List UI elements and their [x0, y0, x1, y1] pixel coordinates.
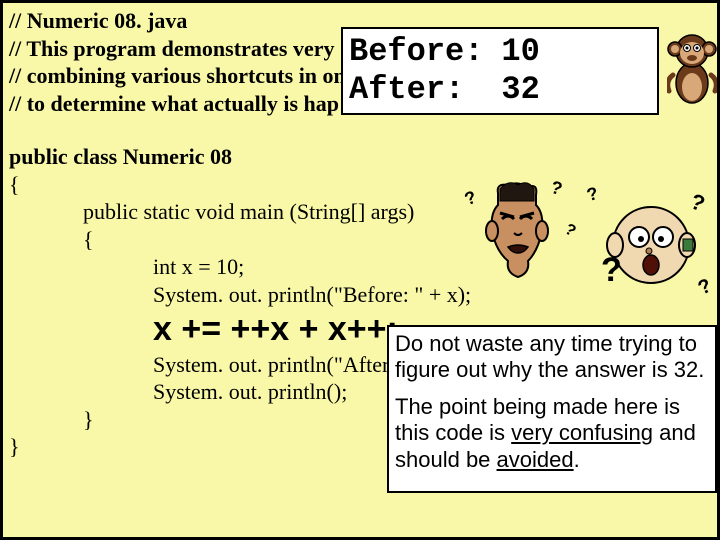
program-output-box: Before: 10 After: 32 — [341, 27, 659, 115]
output-before-label: Before: — [349, 33, 501, 71]
output-after-label: After: — [349, 71, 501, 109]
output-before-value: 10 — [501, 33, 557, 71]
monkey-icon — [667, 31, 717, 109]
question-mark-icon: ? — [601, 249, 622, 292]
warning-note-box: Do not waste any time trying to figure o… — [387, 325, 717, 493]
output-after-value: 32 — [501, 71, 557, 109]
note-paragraph-2: The point being made here is this code i… — [395, 394, 709, 473]
note-paragraph-1: Do not waste any time trying to figure o… — [395, 331, 709, 384]
class-declaration: public class Numeric 08 — [3, 143, 717, 171]
squinting-face-icon — [478, 181, 556, 281]
